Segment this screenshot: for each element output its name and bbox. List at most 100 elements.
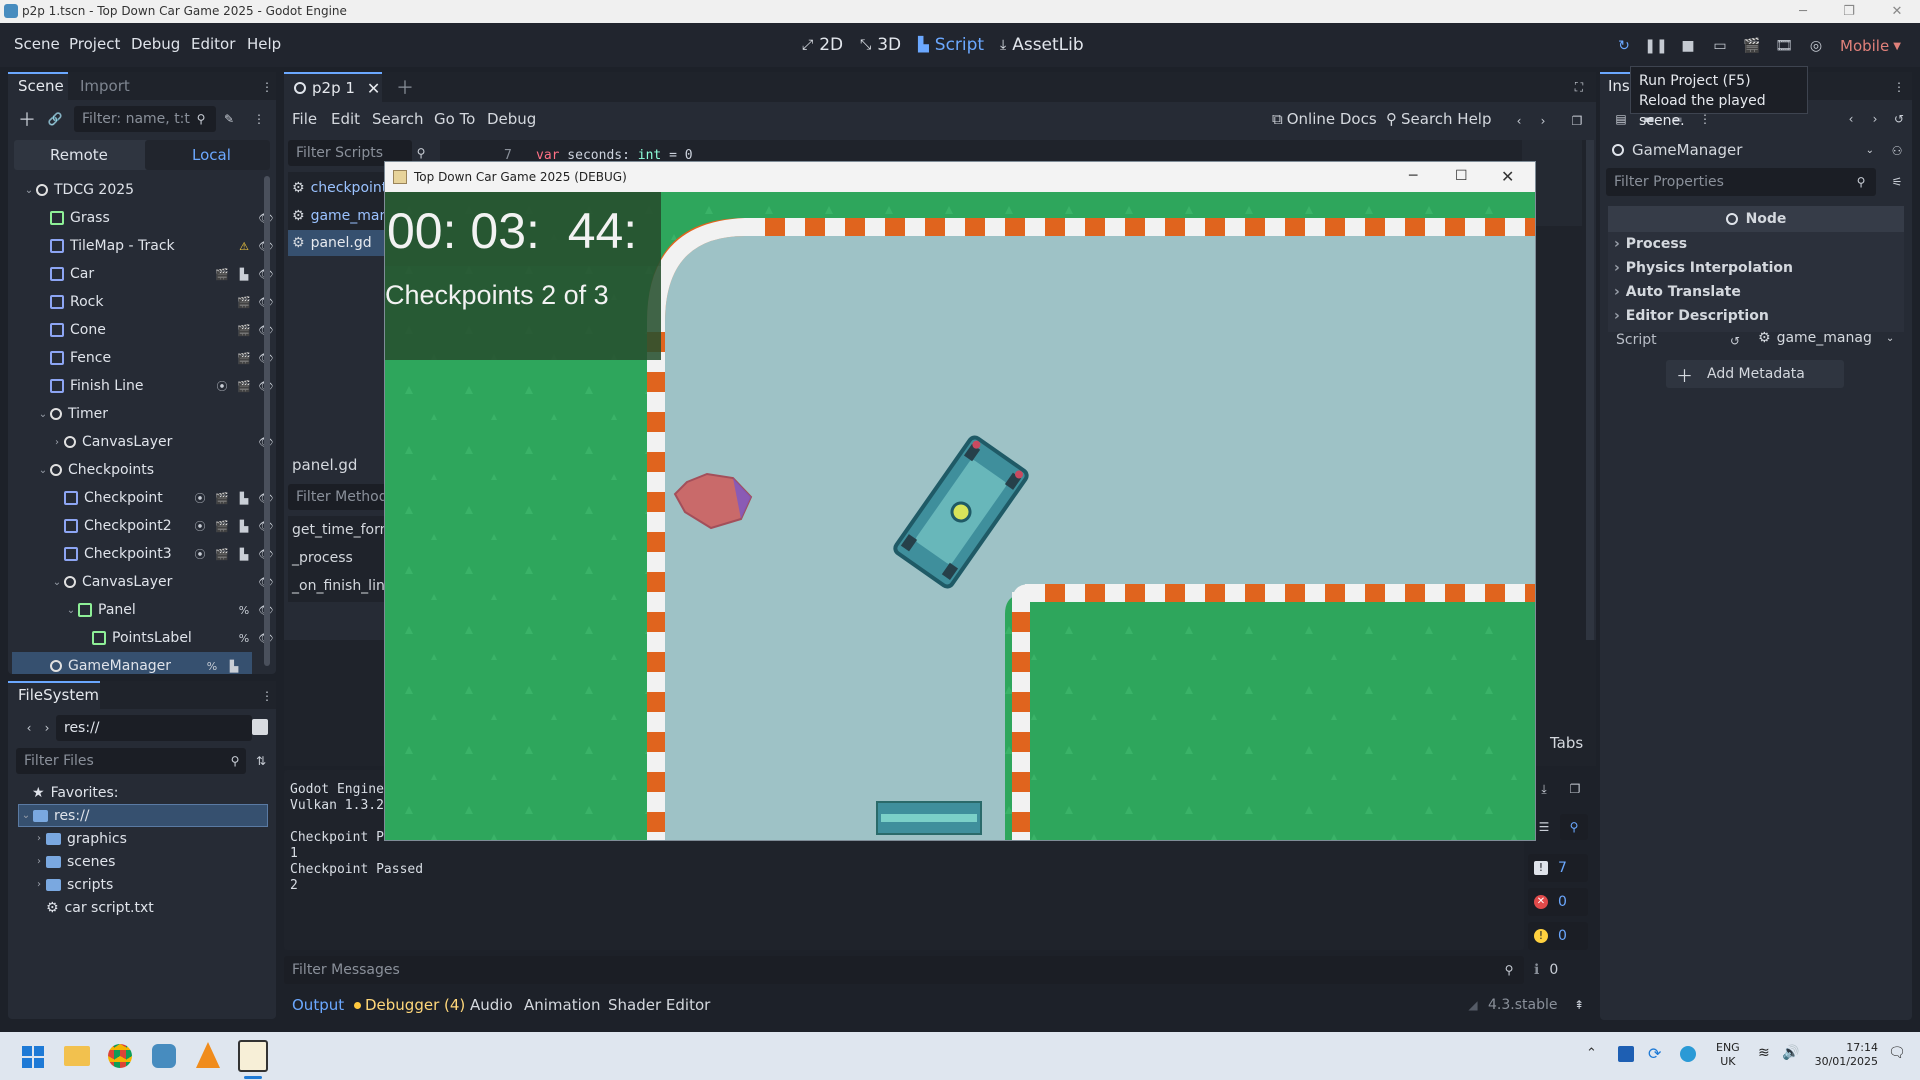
scene-node[interactable]: TileMap - Track⚠👁	[22, 232, 276, 260]
filter-info-toggle[interactable]: ℹ0	[1528, 956, 1588, 984]
history-icon[interactable]: ↺	[1890, 110, 1908, 128]
scene-tab-p2p1[interactable]: p2p 1 ✕	[284, 72, 382, 102]
history-back-icon[interactable]: ‹	[1510, 112, 1528, 130]
scene-node[interactable]: ⌄ Timer	[22, 400, 276, 428]
float-window-icon[interactable]: ❐	[1568, 112, 1586, 130]
restore-button[interactable]: ❐	[1826, 0, 1872, 23]
property-options-icon[interactable]: ⚟	[1888, 173, 1906, 191]
close-button[interactable]: ✕	[1874, 0, 1920, 23]
tree-toggle-icon[interactable]: ⌄	[22, 185, 36, 196]
pin-icon[interactable]: ⤓	[1535, 780, 1553, 798]
workspace-assetlib-button[interactable]: ⤓ AssetLib	[1000, 35, 1084, 55]
unique-name-icon[interactable]: %	[236, 629, 252, 647]
script-list-item[interactable]: ⚙ game_man	[292, 204, 388, 228]
filter-errors-toggle[interactable]: ✕ 0	[1528, 888, 1588, 916]
tree-toggle-icon[interactable]: ›	[32, 879, 46, 890]
wifi-icon[interactable]: ≋	[1758, 1045, 1770, 1061]
scene-node[interactable]: Cone🎬👁	[22, 316, 276, 344]
remote-debug-button[interactable]: ▭	[1708, 35, 1732, 57]
tree-toggle-icon[interactable]: ›	[32, 856, 46, 867]
history-back-icon[interactable]: ‹	[1842, 110, 1860, 128]
scene-node[interactable]: ›CanvasLayer👁	[22, 428, 276, 456]
instance-clapboard-icon[interactable]: 🎬	[214, 517, 230, 535]
inspector-group-header[interactable]: › Process	[1614, 236, 1687, 252]
clear-icon[interactable]: ☰	[1535, 818, 1553, 836]
movie-maker-button[interactable]: ◎	[1804, 35, 1828, 57]
sort-icon[interactable]: ⇅	[252, 752, 270, 770]
signal-icon[interactable]: ⦿	[192, 517, 208, 535]
instance-clapboard-icon[interactable]: 🎬	[236, 321, 252, 339]
tree-toggle-icon[interactable]: ›	[32, 833, 46, 844]
object-selector[interactable]: GameManager ⌄	[1606, 136, 1878, 164]
script-icon[interactable]: ▙	[236, 265, 252, 283]
instance-clapboard-icon[interactable]: 🎬	[236, 349, 252, 367]
tray-app-icon[interactable]	[1618, 1046, 1634, 1062]
filesystem-item[interactable]: › graphics	[18, 827, 268, 850]
scene-node[interactable]: Grass👁	[22, 204, 276, 232]
language-indicator[interactable]: ENG UK	[1716, 1041, 1740, 1069]
tree-toggle-icon[interactable]: ⌄	[19, 810, 33, 821]
filesystem-item[interactable]: ★ Favorites:	[18, 781, 268, 804]
filesystem-item[interactable]: › scripts	[18, 873, 268, 896]
tree-toggle-icon[interactable]: ⌄	[36, 409, 50, 420]
bottom-tab-debugger[interactable]: Debugger (4)	[354, 996, 465, 1014]
volume-icon[interactable]: 🔊	[1782, 1045, 1799, 1061]
scene-menu-icon[interactable]: ⋮	[250, 110, 268, 128]
revert-icon[interactable]: ↺	[1726, 332, 1744, 350]
dock-menu-icon[interactable]: ⋮	[258, 687, 276, 705]
back-icon[interactable]: ‹	[20, 719, 38, 737]
add-node-button[interactable]: ＋	[18, 110, 36, 131]
script-menu-debug[interactable]: Debug	[487, 110, 536, 128]
renderer-selector[interactable]: Mobile ▼	[1840, 37, 1901, 55]
expand-bottom-panel-icon[interactable]: ⇞	[1570, 996, 1588, 1014]
remote-tab[interactable]: Remote	[50, 146, 108, 164]
scene-node[interactable]: ⌄ TDCG 2025	[22, 176, 276, 204]
reload-play-button[interactable]: ↻	[1612, 35, 1636, 57]
history-forward-icon[interactable]: ›	[1534, 112, 1552, 130]
tab-import[interactable]: Import	[80, 77, 130, 95]
workspace-3d-button[interactable]: ⤡ 3D	[860, 35, 901, 55]
vlc-icon[interactable]	[196, 1042, 220, 1068]
bottom-tab-output[interactable]: Output	[292, 996, 344, 1014]
script-icon[interactable]: ▙	[236, 545, 252, 563]
menu-debug[interactable]: Debug	[131, 35, 180, 53]
warning-icon[interactable]: ⚠	[236, 237, 252, 255]
instance-clapboard-icon[interactable]: 🎬	[236, 293, 252, 311]
tray-chevron-icon[interactable]: ⌃	[1586, 1046, 1597, 1061]
filter-warnings-toggle[interactable]: ! 0	[1528, 922, 1588, 950]
notifications-icon[interactable]: 🗨	[1888, 1045, 1906, 1061]
script-menu-edit[interactable]: Edit	[331, 110, 360, 128]
stop-button[interactable]: ■	[1676, 35, 1700, 57]
signal-icon[interactable]: ⦿	[214, 377, 230, 395]
method-item[interactable]: _on_finish_line	[292, 578, 393, 594]
distraction-free-icon[interactable]: ⛶	[1570, 78, 1588, 96]
workspace-2d-button[interactable]: ⤢ 2D	[802, 35, 843, 55]
code-scrollbar[interactable]	[1586, 140, 1594, 680]
filter-properties-input[interactable]: Filter Properties	[1606, 168, 1876, 196]
menu-scene[interactable]: Scene	[14, 35, 60, 53]
script-icon[interactable]: ▙	[236, 517, 252, 535]
tree-toggle-icon[interactable]: ⌄	[36, 465, 50, 476]
run-current-scene-button[interactable]: 🎬	[1740, 35, 1764, 57]
search-help-button[interactable]: ⚲ Search Help	[1386, 110, 1492, 128]
scene-node-selected[interactable]: GameManager% ▙	[12, 652, 252, 674]
file-explorer-icon[interactable]	[64, 1046, 90, 1066]
scene-node[interactable]: ⌄CanvasLayer👁	[22, 568, 276, 596]
script-menu-goto[interactable]: Go To	[434, 110, 475, 128]
script-menu-file[interactable]: File	[292, 110, 317, 128]
path-input[interactable]: res://	[56, 715, 252, 741]
inspector-group-header[interactable]: › Physics Interpolation	[1614, 260, 1793, 276]
node-info-icon[interactable]: ⚇	[1888, 142, 1906, 160]
dock-menu-icon[interactable]: ⋮	[1890, 78, 1908, 96]
instance-clapboard-icon[interactable]: 🎬	[214, 489, 230, 507]
unique-name-icon[interactable]: %	[236, 601, 252, 619]
instance-clapboard-icon[interactable]: 🎬	[214, 545, 230, 563]
menu-editor[interactable]: Editor	[191, 35, 235, 53]
windows-start-icon[interactable]	[22, 1046, 44, 1068]
scene-node[interactable]: PointsLabel%👁	[22, 624, 276, 652]
script-property-value[interactable]: ⚙ game_manag ⌄	[1758, 330, 1894, 346]
signal-icon[interactable]: ⦿	[192, 489, 208, 507]
script-menu-search[interactable]: Search	[372, 110, 424, 128]
workspace-script-button[interactable]: ▙ Script	[918, 35, 984, 55]
run-custom-scene-button[interactable]: 🎞	[1772, 35, 1796, 57]
